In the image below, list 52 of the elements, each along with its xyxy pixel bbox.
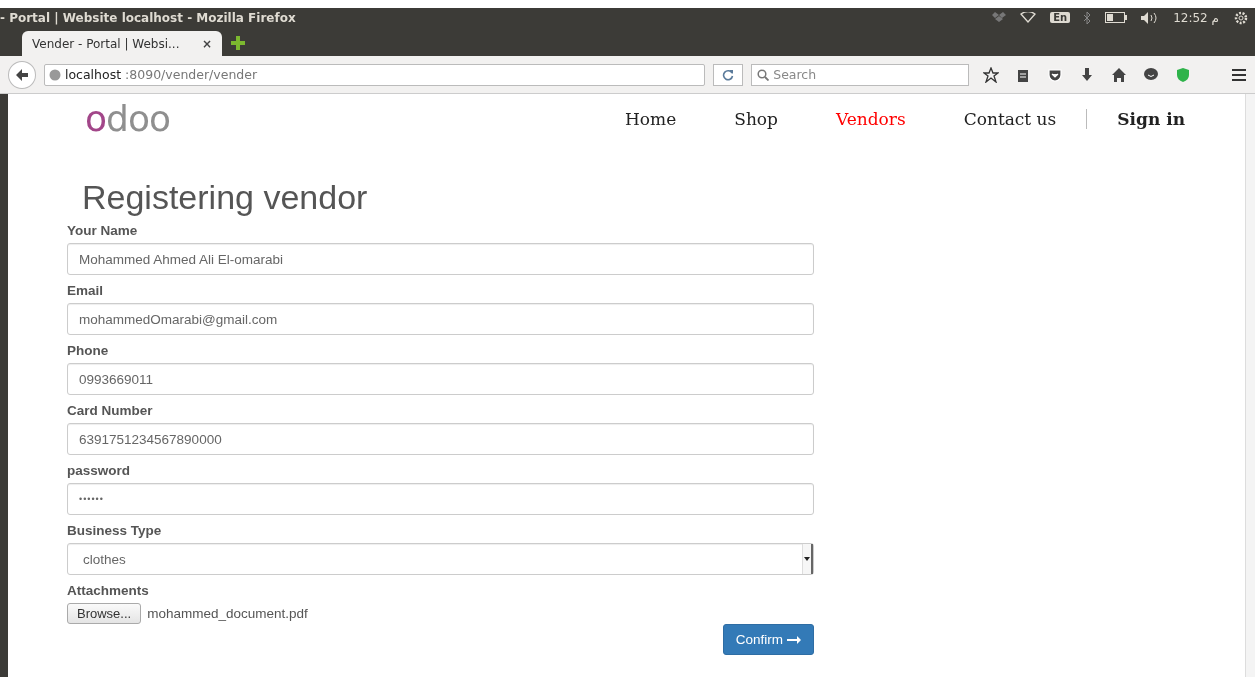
page-heading: Registering vendor <box>82 178 369 217</box>
star-icon[interactable] <box>983 66 999 83</box>
plus-icon[interactable] <box>230 35 246 51</box>
browse-button[interactable]: Browse... <box>67 603 142 624</box>
caret-icon <box>804 557 810 561</box>
address-bar[interactable]: localhost :8090/vender/vender <box>43 63 706 86</box>
pocket-icon[interactable] <box>1047 66 1063 83</box>
nav-link[interactable]: Shop <box>734 109 778 129</box>
input-field[interactable]: 0993669011 <box>67 363 814 395</box>
input-field[interactable]: Mohammed Ahmed Ali El-omarabi <box>67 243 814 275</box>
nav-link[interactable]: Sign in <box>1117 109 1185 129</box>
battery-icon <box>1105 12 1128 23</box>
wifi-icon <box>1020 12 1037 23</box>
input-field[interactable]: •••••• <box>67 483 814 515</box>
reload-icon <box>722 68 735 81</box>
select-field[interactable]: clothes <box>67 543 814 575</box>
download-icon[interactable] <box>1079 66 1095 83</box>
field-label: password <box>67 463 132 478</box>
field-label: Card Number <box>67 403 154 418</box>
input-field[interactable]: 6391751234567890000 <box>67 423 814 455</box>
nav-link[interactable]: Home <box>625 109 677 129</box>
reload-button[interactable] <box>713 63 744 86</box>
url-host: localhost <box>64 67 122 82</box>
search-icon <box>757 68 770 81</box>
logo[interactable]: odoo <box>85 101 170 137</box>
field-label: Your Name <box>67 223 139 238</box>
menu-icon[interactable] <box>1231 66 1247 83</box>
field-label: Phone <box>67 343 110 358</box>
file-name: mohammed_document.pdf <box>147 606 308 621</box>
bluetooth-icon <box>1084 11 1092 24</box>
scrollbar[interactable] <box>1245 94 1255 677</box>
url-path: :8090/vender/vender <box>125 67 259 82</box>
field-label: Business Type <box>67 523 163 538</box>
confirm-button[interactable]: Confirm <box>722 624 814 655</box>
gear-icon[interactable] <box>1233 9 1249 26</box>
volume-icon <box>1141 11 1160 24</box>
back-arrow-icon <box>15 67 29 82</box>
window-title: - Portal | Website localhost - Mozilla Firefox <box>0 10 297 25</box>
field-label: Email <box>67 283 105 298</box>
input-field[interactable]: mohammedOmarabi@gmail.com <box>67 303 814 335</box>
keyboard-indicator[interactable]: En <box>1050 12 1071 23</box>
browser-tab[interactable]: Vender - Portal | Websi... × <box>22 31 222 56</box>
search-field[interactable]: Search <box>751 63 969 86</box>
arrow-right-icon <box>787 635 801 644</box>
nav-link[interactable]: Contact us <box>963 109 1057 129</box>
field-label: Attachments <box>67 583 150 598</box>
close-icon[interactable]: × <box>201 36 212 51</box>
dropbox-icon <box>992 11 1007 24</box>
home-icon[interactable] <box>1111 66 1127 83</box>
back-button[interactable] <box>8 60 36 89</box>
chat-icon[interactable] <box>1143 66 1159 83</box>
nav-link[interactable]: Vendors <box>836 109 906 129</box>
